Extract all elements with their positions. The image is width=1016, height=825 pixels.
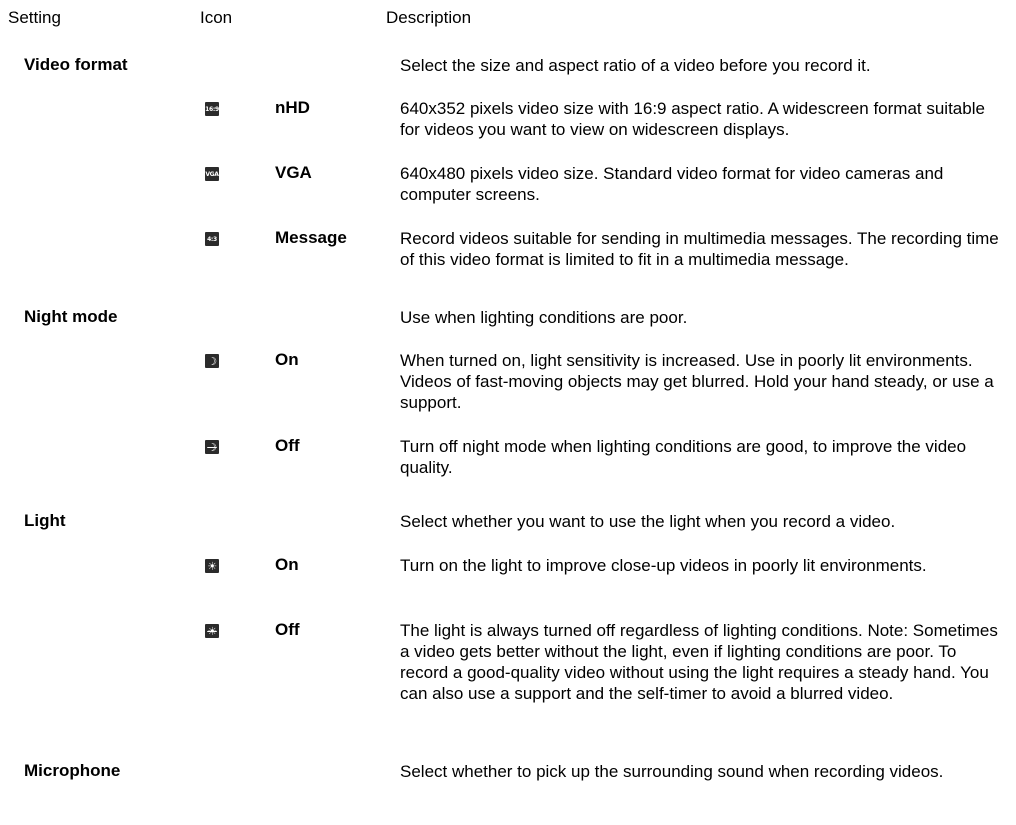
option-label: Message — [275, 228, 347, 247]
night-mode-on-icon: ☽ — [205, 354, 219, 368]
setting-label: Light — [24, 511, 66, 530]
header-description: Description — [386, 8, 472, 27]
setting-description: Select whether to pick up the surroundin… — [400, 762, 944, 781]
option-label: Off — [275, 436, 300, 455]
light-off-icon: ☀ — [205, 624, 219, 638]
option-description: Turn on the light to improve close-up vi… — [400, 556, 927, 575]
light-on-icon: ☀ — [205, 559, 219, 573]
option-description: Turn off night mode when lighting condit… — [400, 437, 967, 477]
video-format-16-9-icon: 16:9 — [205, 102, 219, 116]
setting-description: Select whether you want to use the light… — [400, 512, 896, 531]
setting-description: Select the size and aspect ratio of a vi… — [400, 56, 871, 75]
setting-label: Video format — [24, 55, 128, 74]
option-description: The light is always turned off regardles… — [400, 621, 998, 703]
setting-description: Use when lighting conditions are poor. — [400, 308, 688, 327]
option-label: On — [275, 555, 299, 574]
option-label: VGA — [275, 163, 312, 182]
option-description: 640x352 pixels video size with 16:9 aspe… — [400, 99, 985, 139]
header-setting: Setting — [8, 8, 61, 27]
option-label: nHD — [275, 98, 310, 117]
setting-label: Night mode — [24, 307, 118, 326]
table-header: Setting Icon Description — [0, 8, 1016, 34]
night-mode-off-icon: ☽ — [205, 440, 219, 454]
video-format-message-icon: 4:3 — [205, 232, 219, 246]
video-format-vga-icon: VGA — [205, 167, 219, 181]
header-icon: Icon — [200, 8, 233, 27]
option-description: 640x480 pixels video size. Standard vide… — [400, 164, 944, 204]
option-label: Off — [275, 620, 300, 639]
setting-label: Microphone — [24, 761, 121, 780]
option-description: Record videos suitable for sending in mu… — [400, 229, 999, 269]
option-label: On — [275, 350, 299, 369]
option-description: When turned on, light sensitivity is inc… — [400, 351, 994, 412]
